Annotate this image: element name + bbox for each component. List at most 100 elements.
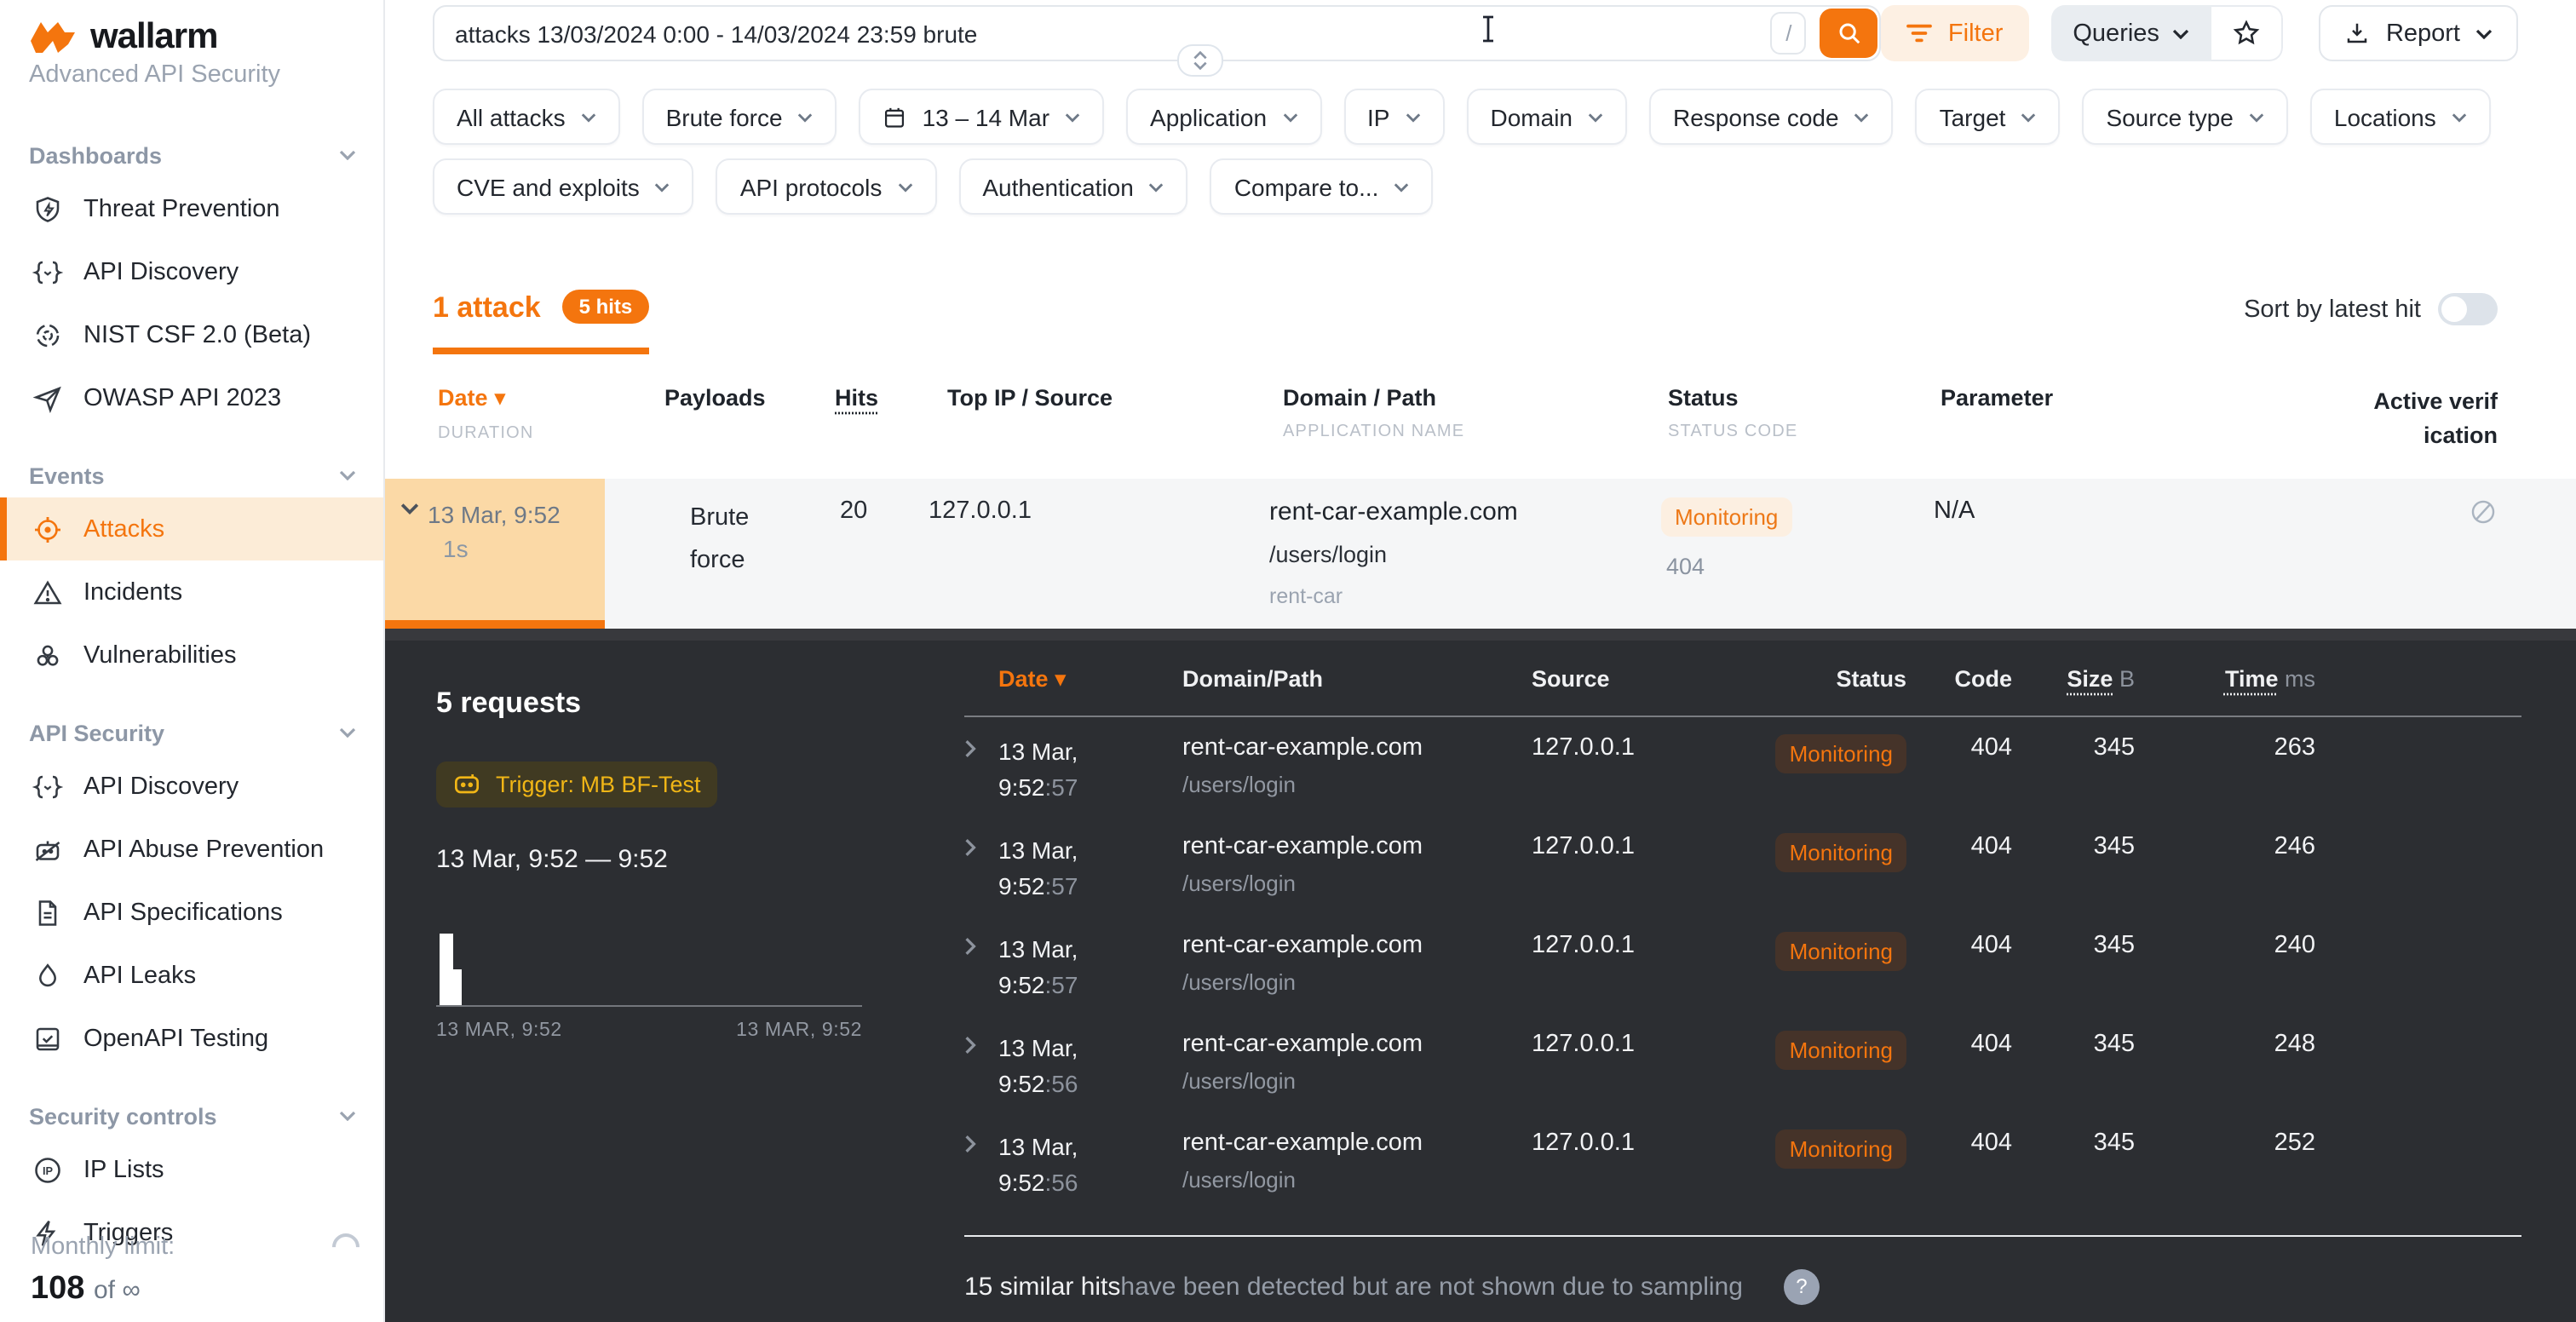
help-icon[interactable]: ? — [1784, 1268, 1820, 1304]
column-header-active-verification[interactable]: Active verification — [2206, 385, 2576, 454]
column-header-status[interactable]: Status — [1770, 665, 1906, 693]
sidebar-item-nist-csf[interactable]: NIST CSF 2.0 (Beta) — [0, 303, 383, 366]
section-header-api-security[interactable]: API Security — [0, 710, 383, 755]
chart-bar — [440, 933, 453, 1004]
column-header-source[interactable]: Source — [1532, 665, 1770, 693]
sidebar-item-vulnerabilities[interactable]: Vulnerabilities — [0, 624, 383, 687]
chip-source-type[interactable]: Source type — [2082, 89, 2287, 145]
sidebar-item-ip-lists[interactable]: IP IP Lists — [0, 1138, 383, 1201]
horizontal-scrollbar[interactable] — [385, 628, 2576, 640]
attack-row[interactable]: 13 Mar, 9:52 1s Brute force 20 127.0.0.1… — [385, 478, 2576, 628]
sidebar-item-api-specifications[interactable]: API Specifications — [0, 881, 383, 944]
chevron-right-icon[interactable] — [964, 1129, 998, 1210]
trigger-badge-label: Trigger: MB BF-Test — [496, 771, 701, 796]
sidebar-item-threat-prevention[interactable]: Threat Prevention — [0, 177, 383, 240]
chevron-right-icon[interactable] — [964, 733, 998, 815]
chip-target[interactable]: Target — [1916, 89, 2061, 145]
column-header-size[interactable]: Size B — [2012, 665, 2135, 693]
braces-icon — [32, 256, 63, 287]
sidebar-item-api-abuse-prevention[interactable]: API Abuse Prevention — [0, 818, 383, 881]
column-header-payloads[interactable]: Payloads — [605, 385, 818, 454]
chevron-right-icon[interactable] — [964, 832, 998, 914]
sidebar-item-api-discovery-2[interactable]: API Discovery — [0, 755, 383, 818]
column-header-parameter[interactable]: Parameter — [1934, 385, 2206, 454]
request-row[interactable]: 13 Mar,9:52:57 rent-car-example.com/user… — [964, 815, 2521, 914]
sidebar-item-owasp-api[interactable]: OWASP API 2023 — [0, 366, 383, 429]
attack-row-date-cell[interactable]: 13 Mar, 9:52 1s — [385, 478, 605, 628]
chip-brute-force[interactable]: Brute force — [642, 89, 837, 145]
sidebar-item-openapi-testing[interactable]: OpenAPI Testing — [0, 1007, 383, 1070]
request-row[interactable]: 13 Mar,9:52:56 rent-car-example.com/user… — [964, 1112, 2521, 1210]
chip-date-range[interactable]: 13 – 14 Mar — [860, 89, 1104, 145]
sidebar-item-label: Vulnerabilities — [83, 641, 236, 669]
status-badge: Monitoring — [1776, 1030, 1906, 1069]
queries-button[interactable]: Queries — [2050, 5, 2212, 61]
request-row[interactable]: 13 Mar,9:52:56 rent-car-example.com/user… — [964, 1013, 2521, 1112]
request-source: 127.0.0.1 — [1532, 832, 1770, 914]
column-header-top-ip[interactable]: Top IP / Source — [929, 385, 1269, 454]
column-header-domain-path[interactable]: Domain/Path — [1182, 665, 1532, 693]
circle-slash-icon[interactable] — [2469, 497, 2498, 526]
search-expand-handle[interactable] — [1177, 44, 1223, 77]
request-size: 345 — [2012, 1129, 2135, 1210]
warning-triangle-icon — [32, 577, 63, 607]
sidebar-item-label: Attacks — [83, 515, 164, 543]
column-header-hits[interactable]: Hits — [818, 385, 929, 454]
favorite-query-button[interactable] — [2212, 5, 2284, 61]
report-button[interactable]: Report — [2320, 5, 2518, 61]
sort-label: Sort by latest hit — [2244, 296, 2421, 323]
column-header-status[interactable]: Status STATUS CODE — [1661, 385, 1934, 454]
logo-block[interactable]: wallarm Advanced API Security — [0, 0, 383, 109]
column-header-date[interactable]: Date ▾ — [998, 665, 1182, 693]
sidebar-item-api-discovery[interactable]: API Discovery — [0, 240, 383, 303]
request-row[interactable]: 13 Mar,9:52:57 rent-car-example.com/user… — [964, 716, 2521, 815]
biohazard-icon — [32, 640, 63, 670]
sidebar-item-api-leaks[interactable]: API Leaks — [0, 944, 383, 1007]
section-header-events[interactable]: Events — [0, 453, 383, 497]
sidebar-item-attacks[interactable]: Attacks — [0, 497, 383, 560]
chevron-right-icon[interactable] — [964, 1030, 998, 1112]
chip-response-code[interactable]: Response code — [1649, 89, 1894, 145]
request-source: 127.0.0.1 — [1532, 1129, 1770, 1210]
column-header-time[interactable]: Time ms — [2135, 665, 2315, 693]
svg-text:IP: IP — [43, 1164, 54, 1176]
column-header-date[interactable]: Date ▾ DURATION — [385, 385, 605, 454]
chip-cve-and-exploits[interactable]: CVE and exploits — [433, 158, 694, 215]
search-button[interactable] — [1820, 9, 1878, 58]
chevron-right-icon[interactable] — [964, 931, 998, 1013]
sort-toggle[interactable] — [2438, 293, 2498, 325]
chip-locations[interactable]: Locations — [2310, 89, 2491, 145]
request-time: 246 — [2135, 832, 2315, 914]
section-header-dashboards[interactable]: Dashboards — [0, 133, 383, 177]
column-header-code[interactable]: Code — [1906, 665, 2012, 693]
request-row[interactable]: 13 Mar,9:52:57 rent-car-example.com/user… — [964, 914, 2521, 1013]
chip-all-attacks[interactable]: All attacks — [433, 89, 620, 145]
braces-icon — [32, 771, 63, 802]
detail-summary-column: 5 requests Trigger: MB BF-Test 13 Mar, 9… — [436, 628, 964, 1322]
column-subheader-status-code: STATUS CODE — [1668, 422, 1934, 441]
attack-count-tab[interactable]: 1 attack 5 hits — [433, 290, 649, 354]
hits-detail-panel: 5 requests Trigger: MB BF-Test 13 Mar, 9… — [385, 628, 2576, 1322]
column-header-domain[interactable]: Domain / Path APPLICATION NAME — [1269, 385, 1661, 454]
section-header-security-controls[interactable]: Security controls — [0, 1094, 383, 1138]
attack-duration: 1s — [428, 532, 561, 566]
sampling-note-highlight: 15 similar hits — [964, 1272, 1120, 1301]
filter-chips-row-2: CVE and exploits API protocols Authentic… — [385, 158, 2576, 215]
sidebar-section-events: Events Attacks Incidents Vulnerabilities — [0, 453, 383, 687]
request-code: 404 — [1906, 733, 2012, 815]
chip-api-protocols[interactable]: API protocols — [716, 158, 937, 215]
request-code: 404 — [1906, 931, 2012, 1013]
chip-authentication[interactable]: Authentication — [958, 158, 1187, 215]
chip-application[interactable]: Application — [1126, 89, 1321, 145]
sidebar-item-incidents[interactable]: Incidents — [0, 560, 383, 624]
filter-button[interactable]: Filter — [1882, 5, 2028, 61]
chip-compare-to[interactable]: Compare to... — [1210, 158, 1434, 215]
chip-domain[interactable]: Domain — [1467, 89, 1628, 145]
sidebar-item-label: API Discovery — [83, 258, 239, 285]
search-input[interactable]: attacks 13/03/2024 0:00 - 14/03/2024 23:… — [433, 5, 1882, 61]
trigger-badge[interactable]: Trigger: MB BF-Test — [436, 761, 718, 807]
request-source: 127.0.0.1 — [1532, 931, 1770, 1013]
chip-ip[interactable]: IP — [1343, 89, 1444, 145]
sidebar-section-api-security: API Security API Discovery API Abuse Pre… — [0, 710, 383, 1070]
sidebar-item-label: Threat Prevention — [83, 195, 280, 222]
